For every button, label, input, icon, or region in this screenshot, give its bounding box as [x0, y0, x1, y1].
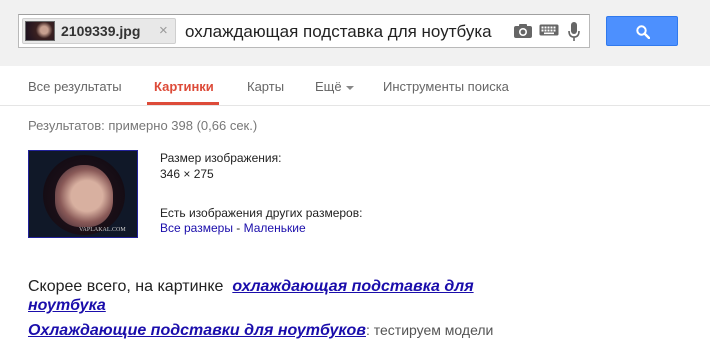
best-guess-prefix: Скорее всего, на картинке [28, 278, 224, 295]
all-sizes-link[interactable]: Все размеры [160, 221, 233, 235]
tab-more[interactable]: Ещё [315, 79, 354, 94]
thumbnail-watermark: VAPLAKAL.COM [79, 227, 126, 233]
chevron-down-icon [345, 85, 354, 90]
active-tab-indicator [147, 102, 219, 105]
tab-images[interactable]: Картинки [154, 79, 214, 94]
search-box[interactable]: 2109339.jpg × охлаждающая подставка для … [18, 14, 590, 48]
tab-all-results[interactable]: Все результаты [28, 79, 122, 94]
best-guess: Скорее всего, на картинке охлаждающая по… [28, 277, 528, 315]
microphone-icon[interactable] [567, 21, 581, 43]
remove-image-icon[interactable]: × [159, 22, 168, 39]
size-links: Все размеры - Маленькие [160, 221, 306, 235]
search-input[interactable]: охлаждающая подставка для ноутбука [185, 22, 492, 42]
result-image-thumbnail[interactable]: VAPLAKAL.COM [28, 150, 138, 238]
image-query-chip[interactable]: 2109339.jpg × [22, 18, 176, 44]
result-title-link[interactable]: Охлаждающие подставки для ноутбуков [28, 322, 366, 339]
query-image-thumbnail [25, 21, 55, 41]
search-header: 2109339.jpg × охлаждающая подставка для … [0, 0, 710, 66]
image-size-value: 346 × 275 [160, 167, 214, 181]
result-item: Охлаждающие подставки для ноутбуков: тес… [28, 322, 493, 340]
image-filename: 2109339.jpg [61, 23, 141, 39]
other-sizes-label: Есть изображения других размеров: [160, 206, 363, 220]
search-button[interactable] [606, 16, 678, 46]
small-sizes-link[interactable]: Маленькие [244, 221, 306, 235]
image-size-label: Размер изображения: [160, 151, 282, 165]
camera-icon[interactable] [513, 23, 533, 39]
thumbnail-face-shape [55, 165, 113, 227]
tab-maps[interactable]: Карты [247, 79, 284, 94]
tab-search-tools[interactable]: Инструменты поиска [383, 79, 509, 94]
search-icon [636, 25, 650, 39]
result-snippet: : тестируем модели [365, 322, 494, 338]
keyboard-icon[interactable] [539, 23, 559, 37]
search-tabs: Все результаты Картинки Карты Ещё Инстру… [0, 66, 710, 106]
tab-more-label: Ещё [315, 79, 342, 94]
size-links-separator: - [232, 221, 244, 235]
result-stats: Результатов: примерно 398 (0,66 сек.) [28, 118, 258, 133]
